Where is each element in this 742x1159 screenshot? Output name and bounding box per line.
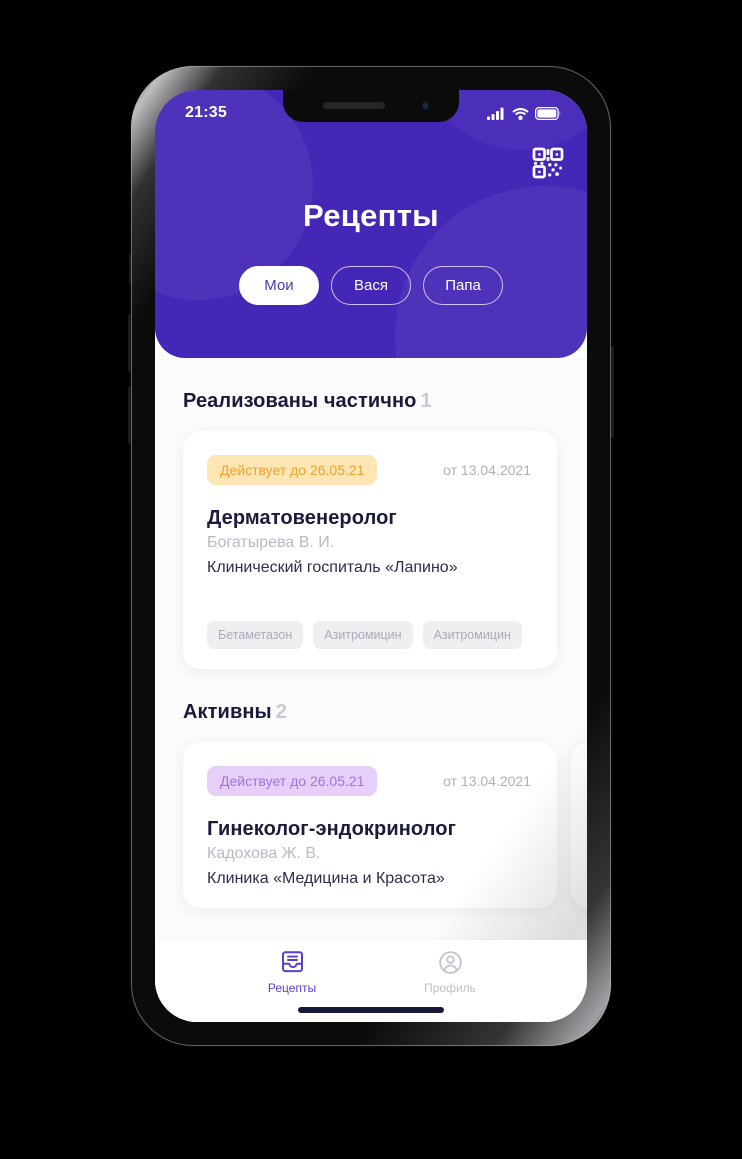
- section-title: Активны 2: [155, 669, 587, 724]
- section-active: Активны 2 Действует до 26.05.21 от 13.04.…: [155, 669, 587, 908]
- prescription-card[interactable]: Действует до 26.05.21 от 13.04.2021 Дерм…: [183, 431, 557, 669]
- prescription-card[interactable]: Действует до 26.05.21 от 13.04.2021 Гине…: [183, 742, 557, 908]
- section-title-text: Реализованы частично: [183, 390, 417, 412]
- speaker-grille: [323, 102, 385, 109]
- validity-badge: Действует до 26.05.21: [207, 455, 378, 485]
- section-title: Реализованы частично 1: [155, 358, 587, 413]
- mute-switch[interactable]: [129, 254, 132, 284]
- power-button[interactable]: [610, 346, 614, 438]
- card-header-row: Действует до 26.05.21 от 13.04.2021: [207, 455, 533, 485]
- card-carousel[interactable]: Действует до 26.05.21 от 13.04.2021 Дерм…: [155, 413, 587, 669]
- phone-screen: 21:35 Рецепты Мои Вася Папа Реализованы …: [155, 90, 587, 1022]
- front-camera: [420, 99, 431, 112]
- page-title: Рецепты: [303, 198, 439, 233]
- doctor-name: Кадохова Ж. В.: [207, 845, 321, 862]
- volume-down-button[interactable]: [128, 386, 132, 444]
- phone-frame: 21:35 Рецепты Мои Вася Папа Реализованы …: [128, 66, 614, 1046]
- clinic-name: Клиника «Медицина и Красота»: [207, 870, 445, 887]
- section-count: 1: [420, 390, 432, 412]
- tab-label: Рецепты: [267, 981, 317, 995]
- chip-papa[interactable]: Папа: [423, 266, 503, 305]
- issue-date: от 13.04.2021: [443, 462, 531, 478]
- qr-code-scan-button[interactable]: [531, 146, 565, 180]
- chip-vasya[interactable]: Вася: [331, 266, 411, 305]
- medication-tag[interactable]: Азитромицин: [422, 621, 522, 649]
- section-title-text: Активны: [183, 701, 272, 723]
- medication-tag[interactable]: Азитромицин: [313, 621, 413, 649]
- prescription-card[interactable]: Действует до 26.05.21 от 13.04.2021 Алле…: [571, 742, 587, 908]
- camera-lens: [423, 102, 428, 109]
- medication-tag[interactable]: Бетаметазон: [207, 621, 304, 649]
- clinic-name: Клинический госпиталь «Лапино»: [207, 559, 458, 576]
- tab-label: Профиль: [424, 981, 476, 995]
- medication-tags: Бетаметазон Азитромицин Азитромицин: [207, 579, 533, 649]
- chip-moi[interactable]: Мои: [239, 266, 319, 305]
- section-partially-fulfilled: Реализованы частично 1 Действует до 26.05…: [155, 358, 587, 669]
- section-count: 2: [275, 701, 287, 723]
- battery-icon: [535, 106, 561, 120]
- card-carousel[interactable]: Действует до 26.05.21 от 13.04.2021 Гине…: [155, 724, 587, 908]
- volume-up-button[interactable]: [128, 314, 132, 372]
- qr-code-scan-icon: [532, 147, 564, 179]
- validity-badge: Действует до 26.05.21: [207, 766, 378, 796]
- screenshot-canvas: 21:35 Рецепты Мои Вася Папа Реализованы …: [0, 0, 742, 1159]
- doctor-specialty: Дерматовенеролог: [207, 507, 397, 529]
- prescriptions-list[interactable]: Реализованы частично 1 Действует до 26.05…: [155, 358, 587, 1022]
- wifi-icon: [512, 107, 529, 120]
- doctor-name: Богатырева В. И.: [207, 534, 335, 551]
- status-bar-icons: [487, 106, 561, 120]
- issue-date: от 13.04.2021: [443, 773, 531, 789]
- signal-bars-icon: [487, 107, 504, 120]
- user-circle-icon: [438, 951, 462, 974]
- inbox-tray-icon: [281, 951, 303, 973]
- phone-notch: [283, 90, 459, 122]
- home-indicator[interactable]: [298, 1007, 444, 1013]
- doctor-specialty: Гинеколог-эндокринолог: [207, 818, 456, 840]
- profile-filter-chips: Мои Вася Папа: [155, 266, 587, 305]
- status-bar-time: 21:35: [185, 104, 227, 121]
- card-header-row: Действует до 26.05.21 от 13.04.2021: [207, 766, 533, 796]
- app-header: 21:35 Рецепты Мои Вася Папа: [155, 90, 587, 358]
